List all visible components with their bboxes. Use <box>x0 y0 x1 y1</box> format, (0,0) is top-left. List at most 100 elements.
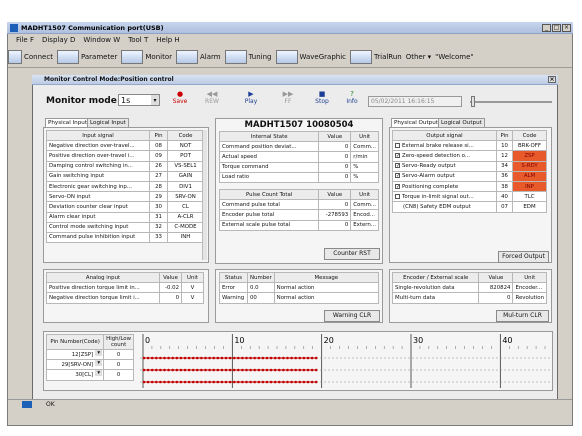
col-output-signal: Output signal <box>392 129 497 142</box>
table-cell: (CN8) Safety EDM output <box>392 201 497 213</box>
menu-window[interactable]: Window W <box>83 36 120 44</box>
datetime-field[interactable]: 05/02/2011 16:16:15 <box>368 96 462 107</box>
output-checkbox[interactable]: ✓ <box>395 183 400 189</box>
table-cell: TLC <box>512 191 547 203</box>
app-icon <box>10 24 18 32</box>
signal-sample <box>232 368 236 372</box>
table-cell: 0 <box>103 348 134 361</box>
col-value: Value <box>478 271 514 284</box>
parameter-button[interactable]: Parameter <box>56 49 117 64</box>
output-checkbox[interactable] <box>395 142 400 148</box>
table-cell: Control mode switching input <box>46 221 150 233</box>
output-signal-name: Servo-Ready output <box>402 163 456 170</box>
rew-button[interactable]: ◀◀ REW <box>202 90 222 105</box>
signal-sample <box>278 368 281 372</box>
table-cell: 09 <box>149 150 168 162</box>
table-cell: Negative direction torque limit i... <box>46 292 160 304</box>
signal-sample <box>261 368 265 372</box>
output-checkbox[interactable]: ✓ <box>395 173 400 179</box>
signal-sample <box>306 356 310 360</box>
encoder-panel: Encoder / External scale Value Unit Sing… <box>389 269 552 323</box>
signal-sample <box>167 356 170 360</box>
table-cell: Extern... <box>350 219 379 231</box>
signal-sample <box>179 356 183 360</box>
monitor-mode-select[interactable]: 1s ▾ <box>118 94 160 106</box>
table-cell: Error <box>219 282 248 294</box>
info-button[interactable]: ? Info <box>342 90 362 105</box>
pin-row: 30[CL] ▾ 0 <box>45 369 134 381</box>
table-cell: A-CLR <box>167 211 204 223</box>
monitor-button[interactable]: Monitor <box>121 49 172 64</box>
tab-logical-output[interactable]: Logical Output <box>438 118 485 127</box>
tab-physical-output[interactable]: Physical Output <box>391 118 441 127</box>
signal-sample <box>175 380 179 384</box>
input-scrollbar[interactable] <box>202 130 207 260</box>
table-cell: Electronic gear switching inp... <box>46 180 150 193</box>
close-button[interactable]: × <box>562 24 571 32</box>
forced-output-button[interactable]: Forced Output <box>498 251 549 263</box>
signal-sample <box>208 368 211 372</box>
connect-button[interactable]: Connect <box>8 49 53 64</box>
output-checkbox[interactable]: ✓ <box>395 163 400 169</box>
counter-rst-button[interactable]: Counter RST <box>324 248 380 260</box>
ff-button[interactable]: ▶▶ FF <box>278 90 298 105</box>
signal-sample <box>273 380 277 384</box>
signal-sample <box>269 380 273 384</box>
rewind-icon: ◀◀ <box>206 90 218 98</box>
pin-select[interactable]: 30[CL] ▾ <box>45 369 105 381</box>
play-button[interactable]: ▶ Play <box>240 90 262 105</box>
signal-sample <box>146 368 150 372</box>
signal-sample <box>298 380 302 384</box>
table-cell: External scale pulse total <box>218 219 320 231</box>
menu-file[interactable]: File F <box>16 36 34 44</box>
output-checkbox[interactable]: ✓ <box>395 152 400 158</box>
trialrun-button[interactable]: TrialRun <box>350 49 402 64</box>
signal-sample <box>245 380 248 384</box>
menu-display[interactable]: Display D <box>42 36 75 44</box>
table-cell: Torque in-limit signal out... <box>392 191 497 203</box>
tuning-button[interactable]: Tuning <box>224 49 272 64</box>
table-cell: ✓ Positioning complete <box>392 180 497 193</box>
pin-select[interactable]: 12[ZSP] ▾ <box>45 348 105 361</box>
maximize-button[interactable]: □ <box>552 24 561 32</box>
menu-help[interactable]: Help H <box>156 36 179 44</box>
table-cell: 38 <box>496 180 513 193</box>
signal-sample <box>167 380 170 384</box>
time-slider[interactable] <box>470 101 552 103</box>
signal-sample <box>261 356 265 360</box>
signal-sample <box>220 368 224 372</box>
signal-sample <box>155 380 158 384</box>
alarm-button[interactable]: Alarm <box>175 49 221 64</box>
signal-sample <box>220 356 224 360</box>
warning-clr-button[interactable]: Warning CLR <box>324 310 380 322</box>
other-dropdown[interactable]: Other ▾ <box>406 53 431 61</box>
col-value: Value <box>318 130 352 143</box>
output-signal-name: Zero-speed detection o... <box>402 152 470 159</box>
signal-sample <box>302 380 306 384</box>
tuning-icon <box>224 49 247 64</box>
table-cell: Warning <box>219 292 248 304</box>
pin-row: 29[SRV-ON] ▾ 0 <box>45 359 134 371</box>
time-slider-thumb[interactable] <box>471 96 475 107</box>
mul-turn-clr-button[interactable]: Mul-turn CLR <box>496 310 549 322</box>
col-value: Value <box>159 271 182 284</box>
monitor-close-button[interactable]: × <box>548 76 556 83</box>
menu-tool[interactable]: Tool T <box>128 36 148 44</box>
table-cell: ZSP <box>512 150 547 162</box>
table-cell: DIV1 <box>167 180 204 193</box>
signal-sample <box>253 356 256 360</box>
table-cell: 29 <box>149 191 168 203</box>
wavegraphic-button[interactable]: WaveGraphic <box>275 49 346 64</box>
tab-logical-input[interactable]: Logical Input <box>87 118 129 127</box>
table-cell: INH <box>167 231 204 244</box>
signal-sample <box>278 380 281 384</box>
stop-button[interactable]: ■ Stop <box>312 90 332 105</box>
col-encoder: Encoder / External scale <box>391 271 480 284</box>
tab-physical-input[interactable]: Physical Input <box>45 118 91 127</box>
save-button[interactable]: ● Save <box>170 90 190 105</box>
output-checkbox[interactable] <box>395 193 400 199</box>
pin-select[interactable]: 29[SRV-ON] ▾ <box>45 359 105 371</box>
signal-sample <box>191 356 195 360</box>
signal-sample <box>298 356 302 360</box>
minimize-button[interactable]: _ <box>542 24 551 32</box>
